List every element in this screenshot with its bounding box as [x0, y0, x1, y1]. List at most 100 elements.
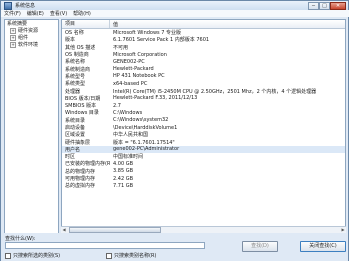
table-row[interactable]: 系统类型 x64-based PC	[62, 80, 345, 88]
table-row[interactable]: BIOS 版本/日期 Hewlett-Packard F.33, 2011/12/…	[62, 95, 345, 102]
table-row[interactable]: 处理器 Intel(R) Core(TM) i5-2450M CPU @ 2.50…	[62, 87, 345, 95]
column-header-item[interactable]: 项目	[62, 20, 110, 28]
menu-edit[interactable]: 编辑(E)	[27, 10, 44, 17]
row-item-cell: 已安装的物理内存(RAM)	[65, 161, 110, 168]
expand-icon[interactable]: +	[10, 27, 16, 34]
row-item-cell: 版本	[65, 37, 76, 44]
tree-item-components[interactable]: + 组件	[5, 34, 58, 41]
table-row[interactable]: SMBIOS 版本 2.7	[62, 102, 345, 110]
tree-item-label: 组件	[18, 35, 29, 41]
window-controls: ─ □ ✕	[308, 2, 346, 10]
menu-bar: 文件(F) 编辑(E) 查看(V) 帮助(H)	[1, 10, 349, 17]
row-value-cell: Microsoft Corporation	[113, 51, 167, 58]
row-value-cell: 中华人民共和国	[113, 132, 149, 139]
search-selected-category-checkbox[interactable]: 只搜索所选的类别(S)	[5, 252, 60, 259]
row-item-cell: 启动设备	[65, 125, 86, 131]
table-row[interactable]: 系统目录 C:\Windows\system32	[62, 117, 345, 124]
maximize-button[interactable]: □	[319, 2, 330, 10]
tree-item-software-environment[interactable]: + 软件环境	[5, 41, 58, 48]
search-category-names-checkbox[interactable]: 只搜索类别名称(R)	[106, 252, 156, 259]
row-item-cell: 硬件抽象层	[65, 139, 91, 146]
row-item-cell: 系统型号	[65, 73, 86, 80]
row-value-cell: 7.71 GB	[113, 182, 134, 189]
table-body: OS 名称 Microsoft Windows 7 专业版版本 6.1.7601 S…	[62, 29, 345, 190]
table-row[interactable]: 启动设备 \Device\HarddiskVolume1	[62, 124, 345, 132]
row-value-cell: Hewlett-Packard	[113, 66, 154, 73]
find-label: 查找什么(W):	[5, 236, 36, 242]
row-value-cell: 2.7	[113, 102, 121, 109]
system-info-window: 系统信息 ─ □ ✕ 文件(F) 编辑(E) 查看(V) 帮助(H) 系统摘要 …	[0, 0, 349, 261]
row-item-cell: 系统目录	[65, 117, 86, 124]
table-row[interactable]: 区域设置 中华人民共和国	[62, 131, 345, 138]
row-value-cell: gene002-PC\Administrator	[113, 146, 180, 153]
table-row[interactable]: 已安装的物理内存(RAM)4.00 GB	[62, 160, 345, 168]
row-value-cell: \Device\HarddiskVolume1	[113, 124, 178, 131]
table-header: 项目 值	[62, 20, 345, 29]
table-row[interactable]: 总的虚拟内存 7.71 GB	[62, 182, 345, 190]
tree-item-label: 硬件资源	[18, 28, 39, 34]
row-item-cell: SMBIOS 版本	[65, 103, 97, 110]
find-button[interactable]: 查找(D)	[242, 241, 278, 252]
row-item-cell: 总的虚拟内存	[65, 183, 96, 190]
title-bar[interactable]: 系统信息 ─ □ ✕	[1, 1, 348, 10]
checkbox-icon[interactable]	[106, 252, 112, 259]
row-item-cell: 处理器	[65, 88, 81, 95]
row-item-cell: 系统类型	[65, 81, 86, 88]
table-row[interactable]: Windows 目录 C:\Windows	[62, 109, 345, 117]
tree-item-system-summary[interactable]: 系统摘要	[5, 20, 58, 27]
row-item-cell: 区域设置	[65, 132, 86, 139]
find-input[interactable]	[5, 242, 205, 249]
row-value-cell: 4.00 GB	[113, 160, 134, 167]
category-tree: 系统摘要 + 硬件资源 + 组件 + 软件环境	[4, 19, 59, 260]
close-window-button[interactable]: ✕	[330, 2, 346, 10]
menu-help[interactable]: 帮助(H)	[73, 10, 91, 17]
row-value-cell: HP 431 Notebook PC	[113, 73, 165, 80]
tree-item-hardware-resources[interactable]: + 硬件资源	[5, 27, 58, 34]
table-row[interactable]: 其他 OS 描述 不可用	[62, 44, 345, 51]
row-value-cell: Intel(R) Core(TM) i5-2450M CPU @ 2.50GHz…	[113, 88, 317, 95]
find-panel: 查找什么(W): 查找(D) 关闭查找(C) 只搜索所选的类别(S) 只搜索类别…	[1, 233, 348, 261]
table-row[interactable]: 硬件抽象层 版本 = "6.1.7601.17514"	[62, 138, 345, 146]
table-row[interactable]: 系统名称 GENE002-PC	[62, 58, 345, 66]
table-row[interactable]: 系统型号 HP 431 Notebook PC	[62, 73, 345, 80]
table-row[interactable]: 用户名 gene002-PC\Administrator	[62, 145, 345, 154]
row-item-cell: 时区	[65, 154, 76, 161]
table-row[interactable]: OS 名称 Microsoft Windows 7 专业版	[62, 29, 345, 36]
row-item-cell: 系统名称	[65, 59, 86, 66]
menu-file[interactable]: 文件(F)	[4, 10, 21, 17]
row-value-cell: C:\Windows	[113, 109, 143, 116]
row-item-cell: OS 名称	[65, 30, 84, 37]
horizontal-scrollbar[interactable]: ◀ ▶	[61, 226, 346, 233]
table-row[interactable]: 总的物理内存 3.85 GB	[62, 168, 345, 175]
expand-icon[interactable]: +	[10, 34, 16, 41]
row-item-cell: OS 制造商	[65, 52, 89, 59]
row-value-cell: 3.85 GB	[113, 168, 134, 175]
table-row[interactable]: 可用物理内存 2.42 GB	[62, 175, 345, 183]
row-value-cell: 6.1.7601 Service Pack 1 内部版本 7601	[113, 37, 210, 44]
expand-icon[interactable]: +	[10, 41, 16, 48]
menu-view[interactable]: 查看(V)	[50, 10, 67, 17]
row-item-cell: 系统制造商	[65, 66, 91, 73]
table-row[interactable]: OS 制造商 Microsoft Corporation	[62, 51, 345, 59]
tree-item-label: 软件环境	[18, 42, 39, 48]
row-item-cell: 用户名	[65, 146, 81, 153]
close-find-button[interactable]: 关闭查找(C)	[300, 241, 346, 252]
row-item-cell: 可用物理内存	[65, 176, 96, 183]
column-header-value[interactable]: 值	[110, 21, 345, 28]
row-value-cell: Hewlett-Packard F.33, 2011/12/13	[113, 95, 198, 102]
table-row[interactable]: 版本 6.1.7601 Service Pack 1 内部版本 7601	[62, 36, 345, 43]
row-value-cell: C:\Windows\system32	[113, 117, 169, 124]
checkbox-icon[interactable]	[5, 252, 11, 259]
row-item-cell: 其他 OS 描述	[65, 44, 96, 51]
row-value-cell: GENE002-PC	[113, 58, 145, 65]
minimize-button[interactable]: ─	[308, 2, 319, 10]
row-item-cell: 总的物理内存	[65, 168, 96, 175]
row-value-cell: Microsoft Windows 7 专业版	[113, 30, 182, 37]
row-item-cell: BIOS 版本/日期	[65, 95, 101, 102]
row-value-cell: 2.42 GB	[113, 175, 134, 182]
row-value-cell: x64-based PC	[113, 80, 148, 87]
table-row[interactable]: 时区 中国标准时间	[62, 153, 345, 160]
table-row[interactable]: 系统制造商 Hewlett-Packard	[62, 65, 345, 73]
checkbox-label: 只搜索类别名称(R)	[114, 253, 157, 259]
checkbox-label: 只搜索所选的类别(S)	[13, 253, 61, 259]
